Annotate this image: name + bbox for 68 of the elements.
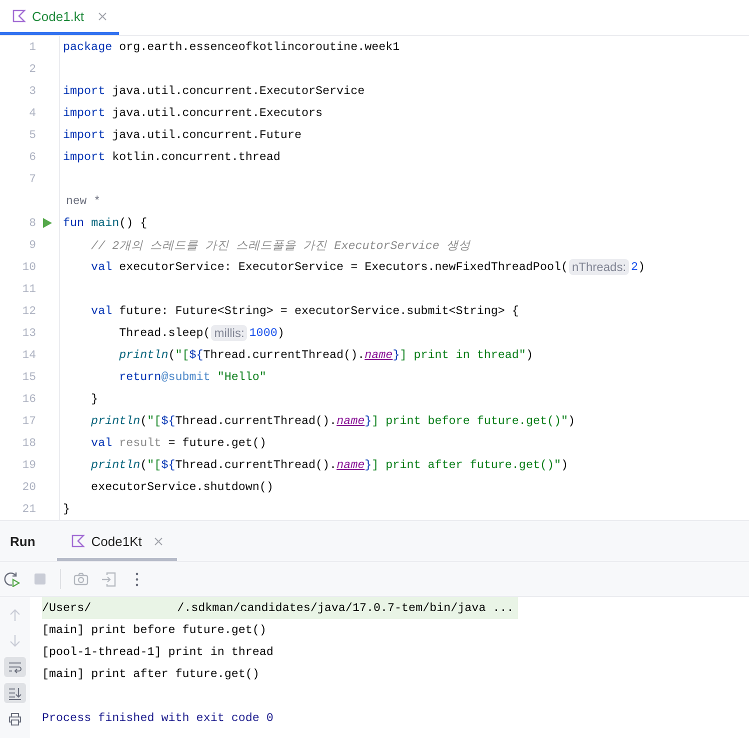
- line-number: 19: [21, 458, 36, 472]
- code-text: fun main() {: [63, 216, 148, 230]
- code-annotation[interactable]: new *: [63, 194, 101, 208]
- code-text: 2): [631, 260, 646, 274]
- line-number: 9: [28, 238, 36, 252]
- code-text: val result = future.get(): [90, 436, 266, 450]
- code-text: println("[${Thread.currentThread().name}] print after future.get()"): [90, 458, 568, 472]
- console-output: [main] print before future.get(): [42, 622, 268, 639]
- line-number: 21: [21, 502, 36, 516]
- line-number: 13: [21, 326, 36, 340]
- panel-title: Run: [9, 534, 36, 548]
- console-text: /Users/: [42, 601, 92, 615]
- line-number: 15: [21, 370, 36, 384]
- code-text: import java.util.concurrent.Future: [63, 128, 302, 142]
- line-number: 12: [21, 304, 36, 318]
- line-number: 4: [28, 106, 36, 120]
- line-number: 16: [21, 392, 36, 406]
- code-text: println("[${Thread.currentThread().name}] print before future.get()"): [90, 414, 576, 428]
- line-number: 5: [28, 128, 36, 142]
- code-text: import java.util.concurrent.Executors: [63, 106, 323, 120]
- code-text: Thread.sleep(: [118, 326, 210, 340]
- kotlin-file-icon: [12, 9, 26, 23]
- console-text: /.sdkman/candidates/java/17.0.7-tem/bin/java ...: [177, 601, 514, 615]
- code-text: 1000): [249, 326, 284, 340]
- line-number: 8: [28, 216, 36, 230]
- down-arrow-icon: [8, 634, 22, 648]
- rerun-icon[interactable]: [4, 571, 20, 587]
- code-text: val executorService: ExecutorService = Executors.newFixedThreadPool(: [90, 260, 568, 274]
- code-text: val future: Future<String> = executorService.submit<String> {: [90, 304, 519, 318]
- code-text: return@submit "Hello": [118, 370, 266, 384]
- code-text: import kotlin.concurrent.thread: [63, 150, 280, 164]
- line-number: 3: [28, 84, 36, 98]
- console-output: [pool-1-thread-1] print in thread: [42, 644, 274, 661]
- line-number: 10: [21, 260, 36, 274]
- code-text: package org.earth.essenceofkotlincoroutine.week1: [63, 40, 400, 54]
- line-number: 18: [21, 436, 36, 450]
- soft-wrap-icon: [8, 660, 22, 674]
- code-text: import java.util.concurrent.ExecutorService: [63, 84, 365, 98]
- line-number: 2: [28, 62, 36, 76]
- code-text: println("[${Thread.currentThread().name}] print in thread"): [118, 348, 533, 362]
- scroll-to-end-icon: [8, 686, 22, 700]
- run-icon[interactable]: [41, 217, 53, 229]
- scroll-to-end-button[interactable]: [4, 683, 26, 703]
- close-icon[interactable]: [154, 536, 163, 546]
- soft-wrap-button[interactable]: [4, 657, 26, 677]
- line-number: 11: [21, 282, 36, 296]
- file-tab[interactable]: Code1.kt: [0, 0, 120, 35]
- code-text: }: [63, 502, 70, 516]
- exit-icon[interactable]: [101, 571, 117, 587]
- line-number: 17: [21, 414, 36, 428]
- console-output: [main] print after future.get(): [42, 666, 260, 683]
- close-icon[interactable]: [98, 12, 108, 20]
- code-text: // 2개의 스레드를 가진 스레드풀을 가진 ExecutorService 생성: [90, 238, 470, 252]
- print-icon: [8, 712, 22, 726]
- camera-icon[interactable]: [73, 571, 89, 587]
- line-number: 7: [28, 172, 36, 186]
- up-arrow-icon: [8, 608, 22, 622]
- parameter-hint: millis:: [211, 325, 248, 341]
- kotlin-file-icon: [71, 534, 86, 548]
- line-number: 20: [21, 480, 36, 494]
- stop-icon[interactable]: [32, 571, 48, 587]
- exit-message: Process finished with exit code 0: [42, 710, 274, 727]
- line-number: 1: [28, 40, 36, 54]
- line-number: 6: [28, 150, 36, 164]
- code-text: }: [90, 392, 98, 406]
- line-number: 14: [21, 348, 36, 362]
- code-text: executorService.shutdown(): [90, 480, 274, 494]
- parameter-hint: nThreads:: [569, 259, 630, 275]
